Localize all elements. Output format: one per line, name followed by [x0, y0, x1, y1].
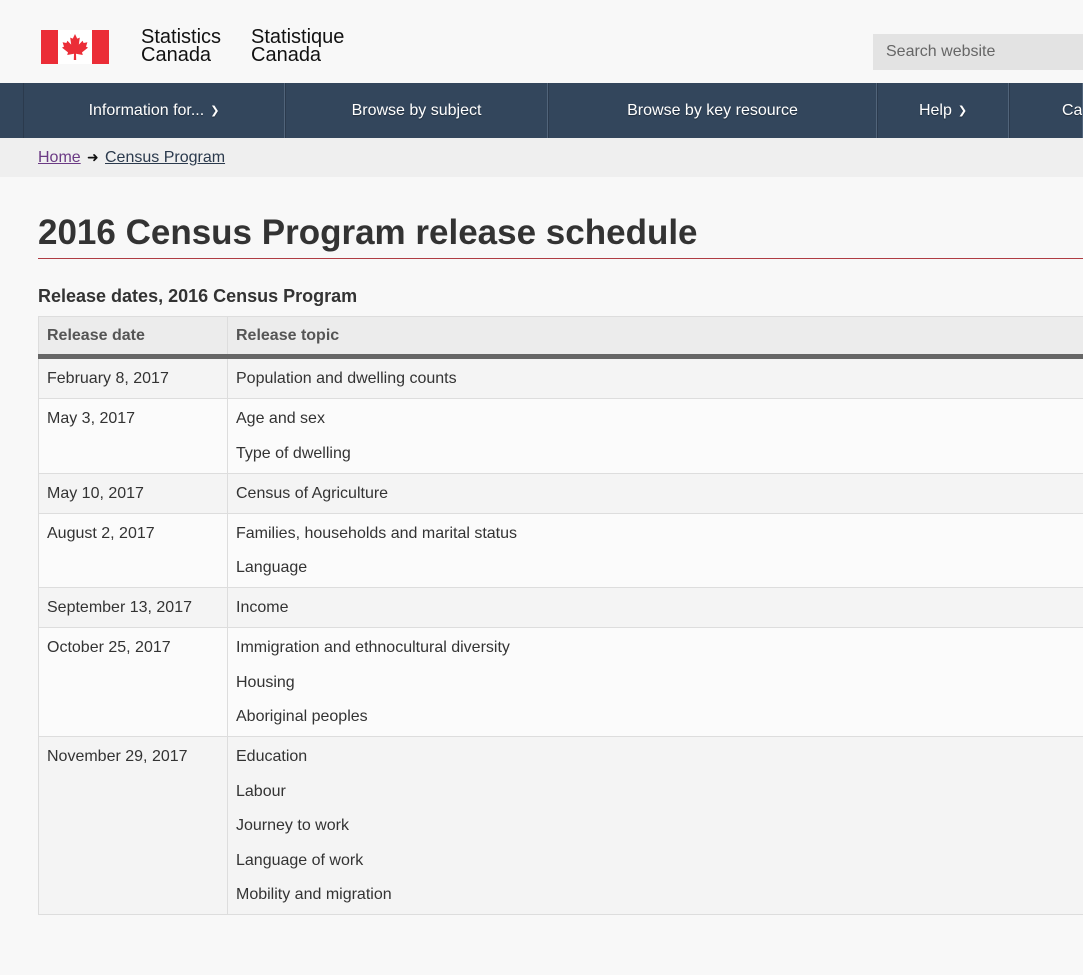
page: Statistics Canada Statistique Canada Inf… [0, 0, 1083, 975]
release-date-cell: September 13, 2017 [38, 587, 228, 628]
table-row: August 2, 2017 Families, households and … [38, 512, 1083, 588]
nav-item-label: Help [918, 102, 952, 119]
chevron-down-icon: ❯ [210, 105, 220, 117]
release-date-cell: November 29, 2017 [38, 736, 228, 915]
signature-english: Statistics Canada [141, 27, 221, 66]
table-header-row: Release date Release topic [38, 316, 1083, 359]
canada-flag-icon[interactable] [41, 30, 109, 64]
table-caption: Release dates, 2016 Census Program [38, 286, 358, 306]
topic-item: Age and sex [236, 410, 325, 427]
breadcrumb: Home ➜ Census Program [0, 138, 1083, 177]
topic-item: Education [236, 748, 308, 765]
topic-item: Labour [236, 782, 286, 800]
chevron-down-icon: ❯ [957, 105, 968, 117]
nav-item-browse-by-subject[interactable]: Browse by subject [285, 83, 548, 138]
search-input[interactable] [873, 34, 1083, 70]
signature-fr-line2: Canada [251, 44, 322, 66]
topic-item: Language of work [236, 851, 364, 869]
table-row: November 29, 2017 Education Labour Journ… [38, 736, 1083, 915]
topic-item: Aboriginal peoples [236, 708, 368, 725]
nav-item-browse-by-key-resource[interactable]: Browse by key resource [548, 83, 877, 138]
nav-item-canada[interactable]: Ca [1009, 83, 1083, 138]
topic-item: Income [236, 599, 289, 616]
column-header-release-date: Release date [38, 316, 228, 359]
arrow-right-icon: ➜ [87, 149, 99, 165]
topic-item: Census of Agriculture [236, 484, 389, 502]
topic-item: Journey to work [236, 817, 349, 834]
topic-item: Immigration and ethnocultural diversity [236, 639, 510, 656]
release-date-cell: August 2, 2017 [38, 512, 228, 588]
release-date-cell: May 3, 2017 [38, 398, 228, 474]
column-header-release-topic: Release topic [227, 316, 1083, 359]
site-header: Statistics Canada Statistique Canada [0, 0, 1083, 83]
release-date-cell: February 8, 2017 [38, 356, 228, 399]
release-date-cell: October 25, 2017 [38, 627, 228, 737]
title-divider [38, 258, 1083, 259]
signature-french: Statistique Canada [251, 27, 344, 66]
table-row: February 8, 2017 Population and dwelling… [38, 356, 1083, 399]
table-row: September 13, 2017 Income [38, 587, 1083, 628]
release-topic-cell: Families, households and marital status … [227, 512, 1083, 588]
table-row: October 25, 2017 Immigration and ethnocu… [38, 627, 1083, 737]
release-topic-cell: Population and dwelling counts [227, 356, 1083, 399]
topic-item: Housing [236, 673, 295, 691]
page-title: 2016 Census Program release schedule [38, 213, 698, 252]
topic-item: Mobility and migration [236, 886, 392, 903]
release-topic-cell: Education Labour Journey to work Languag… [227, 736, 1083, 915]
topic-item: Population and dwelling counts [236, 370, 457, 387]
topic-item: Language [236, 559, 308, 576]
release-topic-cell: Age and sex Type of dwelling [227, 398, 1083, 474]
nav-item-information-for[interactable]: Information for... ❯ [23, 83, 285, 138]
main-nav: Information for... ❯ Browse by subject Br… [0, 83, 1083, 138]
signature-en-line2: Canada [141, 44, 212, 66]
release-date-cell: May 10, 2017 [38, 472, 228, 514]
table-row: May 10, 2017 Census of Agriculture [38, 472, 1083, 514]
release-topic-cell: Census of Agriculture [227, 472, 1083, 514]
nav-item-label: Browse by key resource [627, 102, 798, 119]
table-row: May 3, 2017 Age and sex Type of dwelling [38, 398, 1083, 474]
release-topic-cell: Immigration and ethnocultural diversity … [227, 627, 1083, 737]
nav-item-label: Ca [1062, 102, 1083, 119]
breadcrumb-census-program-link[interactable]: Census Program [105, 149, 225, 167]
nav-item-help[interactable]: Help ❯ [877, 83, 1009, 138]
topic-item: Type of dwelling [236, 444, 351, 462]
release-schedule-table: Release date Release topic February 8, 2… [38, 316, 1083, 915]
nav-item-label: Information for... [88, 102, 205, 119]
release-topic-cell: Income [227, 587, 1083, 628]
nav-item-label: Browse by subject [351, 102, 482, 119]
topic-item: Families, households and marital status [236, 524, 518, 542]
breadcrumb-home-link[interactable]: Home [38, 149, 81, 167]
